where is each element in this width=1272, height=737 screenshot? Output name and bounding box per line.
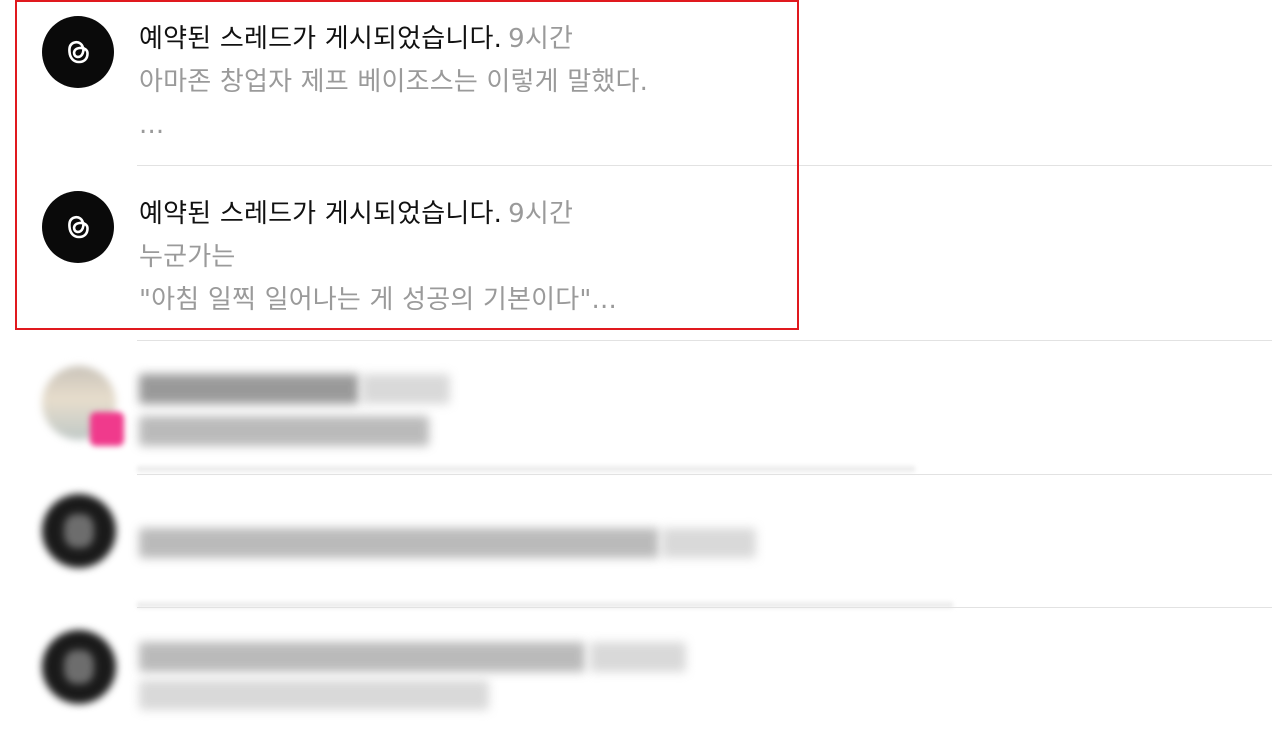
threads-logo-icon <box>42 16 114 88</box>
notification-body-line: 아마존 창업자 제프 베이조스는 이렇게 말했다. <box>139 67 649 97</box>
notification-time: 9시간 <box>508 199 574 229</box>
divider <box>137 607 1272 608</box>
threads-logo-icon <box>42 494 116 568</box>
blurred-text <box>139 680 489 710</box>
blurred-time <box>590 642 686 672</box>
notification-content: 예약된 스레드가 게시되었습니다. 9시간 아마존 창업자 제프 베이조스는 이렇… <box>139 18 1272 147</box>
threads-logo-icon <box>42 630 116 704</box>
divider <box>137 474 1272 475</box>
notification-body-line: ... <box>139 110 165 140</box>
divider <box>137 340 1272 341</box>
threads-logo-icon <box>42 191 114 263</box>
blurred-text <box>139 528 659 558</box>
notification-body-line: "아침 일찍 일어나는 게 성공의 기본이다"... <box>139 285 617 315</box>
blurred-title <box>139 642 585 672</box>
notification-content: 예약된 스레드가 게시되었습니다. 9시간 누군가는 "아침 일찍 일어나는 게 … <box>139 193 1272 322</box>
blurred-time <box>362 374 450 404</box>
blurred-time <box>662 528 756 558</box>
blurred-text <box>139 416 429 446</box>
heart-badge-icon <box>90 412 124 446</box>
divider <box>137 165 1272 166</box>
notification-title: 예약된 스레드가 게시되었습니다. <box>139 199 503 229</box>
notification-title: 예약된 스레드가 게시되었습니다. <box>139 24 503 54</box>
notification-body-line: 누군가는 <box>139 242 236 272</box>
divider <box>137 466 915 472</box>
blurred-username <box>139 374 359 404</box>
notification-time: 9시간 <box>508 24 574 54</box>
